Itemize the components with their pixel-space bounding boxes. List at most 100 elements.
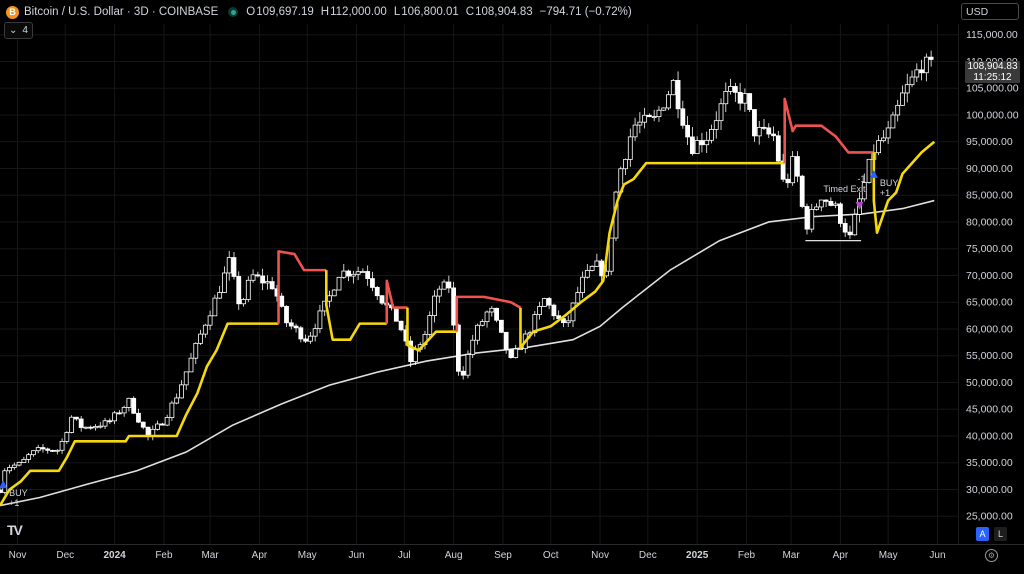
candle-body — [704, 139, 710, 146]
candle-body — [661, 107, 667, 111]
candle — [709, 124, 714, 144]
candle-body — [551, 304, 557, 317]
market-status-icon[interactable] — [228, 7, 239, 17]
candle-body — [689, 136, 695, 154]
symbol-title[interactable]: Bitcoin / U.S. Dollar · 3D · COINBASE — [24, 6, 218, 18]
candle-body — [446, 281, 452, 289]
time-tick-label: Nov — [9, 550, 27, 561]
candle-body — [575, 292, 581, 304]
price-axis: 25,000.00 30,000.00 35,000.00 40,000.00 45,0… — [966, 29, 1019, 523]
candle-body — [112, 412, 117, 422]
candle — [45, 447, 51, 454]
candle — [484, 310, 490, 328]
candle-body — [427, 315, 433, 335]
candle — [212, 294, 218, 317]
candle-body — [790, 156, 796, 184]
candle — [498, 319, 504, 334]
candle — [279, 292, 285, 308]
candle-body — [675, 80, 681, 110]
candle — [838, 202, 843, 228]
candle-body — [642, 114, 648, 123]
candle — [336, 276, 342, 291]
candle — [112, 411, 117, 425]
candle-body — [632, 124, 638, 138]
candle — [350, 270, 356, 284]
candle — [694, 136, 700, 154]
candle — [408, 336, 414, 368]
candles-layer — [0, 50, 934, 495]
candle-body — [121, 407, 127, 414]
candle — [169, 400, 175, 421]
last-price-tag: 108,904.83 11:25:12 — [965, 61, 1020, 83]
chart-canvas[interactable]: BUY +1 Timed Exit -1 BUY +1 25,000.00 30,000.0… — [0, 0, 1024, 569]
candle — [222, 266, 227, 293]
candle — [288, 319, 294, 330]
candle-body — [379, 295, 385, 304]
candle — [346, 269, 351, 282]
arrow-down-icon — [855, 201, 864, 210]
candle-body — [16, 461, 22, 466]
candle — [155, 420, 160, 431]
candle-body — [723, 91, 729, 105]
candle-body — [451, 287, 457, 326]
candle-body — [799, 175, 805, 207]
candle-body — [26, 454, 32, 460]
candle — [360, 268, 366, 273]
annotations-layer: BUY+1Timed Exit-1 BUY+1 — [0, 169, 898, 508]
indicators-toggle[interactable]: ⌄ 4 — [4, 22, 33, 39]
candle-body — [255, 274, 261, 277]
candle — [140, 421, 146, 430]
candle-body — [50, 449, 55, 452]
price-chart-svg[interactable]: BUY+1Timed Exit-1 BUY+1 25,000.0030,000.0… — [0, 0, 1024, 569]
candle-body — [341, 270, 347, 278]
signal-qty: +1 — [9, 498, 19, 508]
candle-body — [713, 120, 719, 130]
candle-body — [494, 307, 500, 321]
candle — [7, 464, 12, 474]
candle-body — [890, 114, 896, 129]
candle — [145, 426, 151, 441]
candle — [904, 73, 910, 103]
candle — [50, 449, 55, 452]
time-tick-label: Sep — [494, 550, 512, 561]
candle — [880, 130, 886, 143]
candle-body — [852, 214, 858, 236]
log-scale-button[interactable]: L — [994, 527, 1007, 541]
candle — [317, 304, 323, 334]
candle-body — [876, 140, 881, 154]
candle-body — [756, 126, 762, 137]
candle — [651, 109, 657, 122]
time-tick-label: Dec — [56, 550, 74, 561]
candle-body — [31, 450, 36, 456]
time-axis-divider — [0, 544, 1024, 545]
candle — [432, 290, 437, 323]
candle — [150, 425, 156, 441]
candle-body — [928, 56, 934, 60]
candle — [537, 301, 542, 320]
candle — [699, 132, 705, 153]
candle-body — [666, 94, 671, 109]
price-tick-label: 55,000.00 — [966, 350, 1013, 362]
price-tick-label: 105,000.00 — [966, 83, 1019, 95]
candle-body — [694, 140, 700, 154]
currency-selector[interactable]: USD — [961, 3, 1019, 20]
candle-body — [298, 327, 304, 340]
candle-body — [546, 298, 552, 306]
time-tick-label: Apr — [252, 550, 268, 561]
price-axis-divider — [958, 24, 959, 544]
candle-body — [498, 319, 504, 333]
candle — [83, 426, 89, 430]
settings-gear-icon[interactable]: ⚙ — [985, 549, 998, 562]
candle-body — [718, 103, 724, 122]
tradingview-logo[interactable]: TV — [7, 522, 23, 538]
candle — [756, 120, 762, 145]
candle-body — [594, 260, 600, 267]
auto-scale-button[interactable]: A — [976, 527, 989, 541]
candle — [40, 443, 46, 453]
candle-body — [747, 93, 753, 110]
candle — [327, 290, 332, 308]
candle — [88, 425, 94, 430]
candle-body — [895, 104, 901, 116]
candle-body — [231, 257, 237, 277]
candle-body — [241, 299, 246, 305]
